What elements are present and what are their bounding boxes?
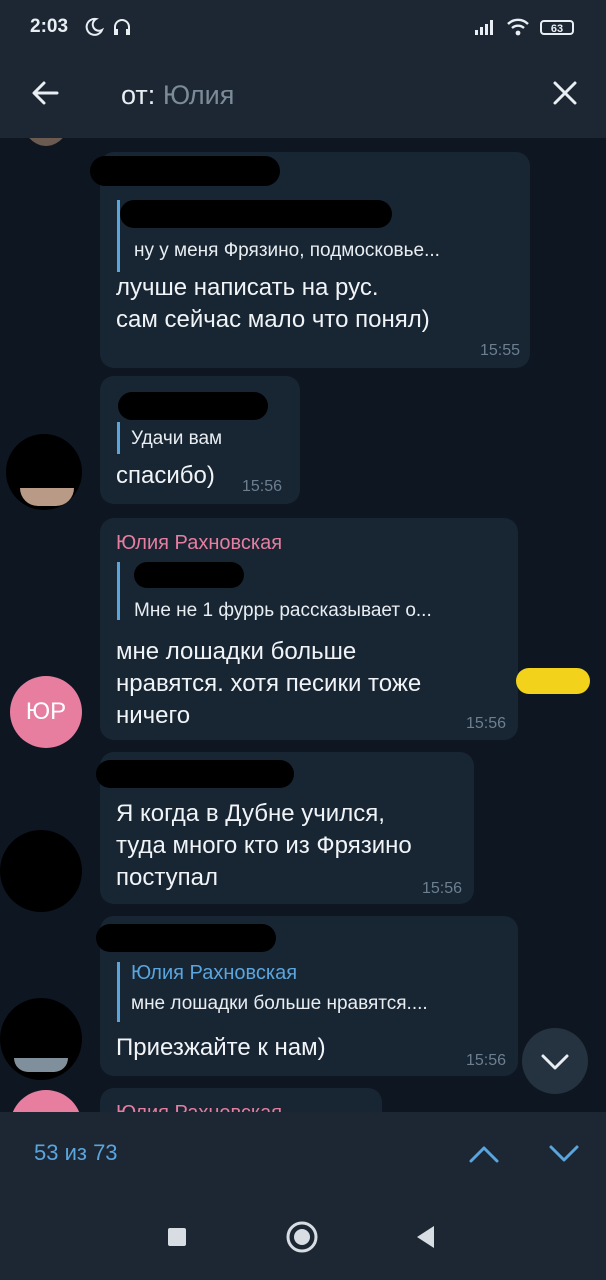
next-result-icon[interactable] bbox=[548, 1142, 580, 1166]
previous-result-icon[interactable] bbox=[468, 1142, 500, 1166]
moon-icon bbox=[85, 17, 104, 36]
search-name: Юлия bbox=[162, 80, 235, 110]
back-arrow-icon[interactable] bbox=[30, 78, 60, 108]
search-results-bar: 53 из 73 bbox=[0, 1112, 606, 1196]
redacted-sender bbox=[96, 924, 276, 952]
message-bubble[interactable]: Я когда в Дубне учился, туда много кто и… bbox=[96, 752, 474, 904]
message-author[interactable]: Юлия Рахновская bbox=[116, 532, 282, 555]
avatar[interactable] bbox=[0, 830, 82, 912]
redacted-quote-author bbox=[134, 562, 244, 588]
back-nav-icon[interactable] bbox=[414, 1224, 436, 1250]
quote-author: Юлия Рахновская bbox=[131, 962, 298, 984]
search-prefix: от: bbox=[121, 80, 156, 110]
chevron-down-icon bbox=[541, 1054, 569, 1070]
avatar[interactable] bbox=[6, 434, 82, 510]
quote-text: ну у меня Фрязино, подмосковье... bbox=[134, 240, 440, 261]
status-bar: 2:03 63 bbox=[0, 0, 606, 50]
wifi-icon bbox=[507, 18, 529, 36]
redacted-sender bbox=[96, 760, 294, 788]
message-bubble[interactable]: Юлия Рахновская bbox=[100, 1088, 382, 1112]
home-icon[interactable] bbox=[285, 1220, 319, 1254]
reply-quote[interactable]: Удачи вам bbox=[117, 422, 281, 454]
reply-quote[interactable]: Мне не 1 фуррь рассказывает о... bbox=[117, 562, 432, 621]
reply-quote[interactable]: Юлия Рахновская мне лошадки больше нравя… bbox=[117, 962, 428, 1022]
recents-icon[interactable] bbox=[166, 1226, 188, 1248]
message-bubble[interactable]: ну у меня Фрязино, подмосковье... лучше … bbox=[90, 152, 530, 368]
headphones-icon bbox=[114, 19, 130, 35]
yellow-mark bbox=[516, 668, 590, 694]
message-author[interactable]: Юлия Рахновская bbox=[116, 1102, 282, 1112]
avatar[interactable] bbox=[20, 138, 72, 146]
search-result-counter: 53 из 73 bbox=[34, 1140, 118, 1165]
message-time: 15:56 bbox=[465, 1052, 506, 1069]
search-header: от: Юлия bbox=[0, 50, 606, 138]
message-bubble[interactable]: Юлия Рахновская мне лошадки больше нравя… bbox=[96, 916, 518, 1076]
quote-text: мне лошадки больше нравятся.... bbox=[131, 993, 428, 1014]
redacted-sender bbox=[90, 156, 280, 186]
close-icon[interactable] bbox=[552, 80, 578, 106]
system-nav-bar bbox=[0, 1196, 606, 1280]
reply-quote[interactable]: ну у меня Фрязино, подмосковье... bbox=[117, 200, 440, 272]
message-time: 15:56 bbox=[465, 715, 506, 732]
message-text: Приезжайте к нам) bbox=[116, 1034, 326, 1061]
avatar[interactable]: ЮР bbox=[10, 676, 82, 748]
message-text: мне лошадки больше нравятся. хотя песики… bbox=[116, 638, 422, 729]
message-bubble[interactable]: Удачи вам спасибо) 15:56 bbox=[100, 376, 300, 504]
message-time: 15:55 bbox=[479, 342, 520, 359]
redacted-quote-author bbox=[118, 392, 268, 420]
message-time: 15:56 bbox=[242, 478, 283, 495]
quote-text: Мне не 1 фуррь рассказывает о... bbox=[134, 600, 432, 621]
message-text: спасибо) bbox=[116, 462, 215, 489]
message-text: Я когда в Дубне учился, туда много кто и… bbox=[116, 800, 412, 891]
avatar-initials: ЮР bbox=[25, 698, 67, 725]
redacted-quote-author bbox=[120, 200, 392, 228]
message-bubble[interactable]: Юлия Рахновская Мне не 1 фуррь рассказыв… bbox=[100, 518, 518, 740]
battery-icon: 63 bbox=[540, 19, 574, 35]
avatar[interactable] bbox=[10, 1090, 82, 1112]
message-time: 15:56 bbox=[421, 880, 462, 897]
message-text: лучше написать на рус. сам сейчас мало ч… bbox=[116, 274, 430, 333]
search-input[interactable]: от: Юлия bbox=[121, 80, 234, 111]
signal-icon bbox=[475, 20, 493, 35]
avatar[interactable] bbox=[0, 998, 82, 1080]
scroll-down-button[interactable] bbox=[522, 1028, 588, 1094]
status-time: 2:03 bbox=[30, 16, 69, 37]
chat-area[interactable]: ну у меня Фрязино, подмосковье... лучше … bbox=[0, 138, 606, 1112]
quote-text: Удачи вам bbox=[131, 428, 223, 449]
